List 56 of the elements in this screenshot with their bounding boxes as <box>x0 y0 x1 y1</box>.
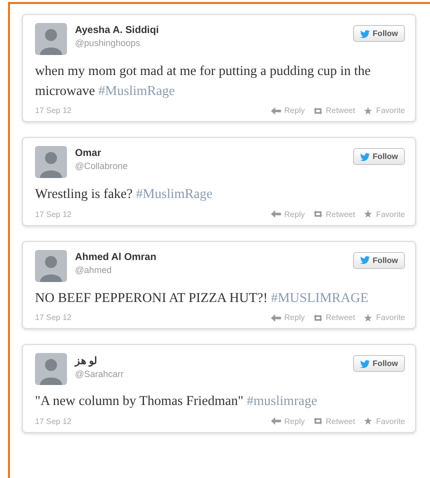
retweet-link[interactable]: Retweet <box>312 106 356 116</box>
avatar-placeholder <box>35 146 67 178</box>
tweet-text: "A new column by Thomas Friedman" #muslimrage <box>35 392 318 410</box>
tweet-text: when my mom got mad at me for putting a pudding cup in the microwave #MuslimRage <box>35 62 372 100</box>
reply-link[interactable]: Reply <box>271 313 305 322</box>
favorite-link[interactable]: Favorite <box>363 313 405 322</box>
favorite-link[interactable]: Favorite <box>363 210 405 219</box>
bird-icon <box>360 360 370 368</box>
reply-icon <box>271 106 282 115</box>
user-handle[interactable]: @ahmed <box>75 264 345 275</box>
hashtag-link[interactable]: #MuslimRage <box>136 186 213 202</box>
follow-button[interactable]: Follow <box>352 25 405 42</box>
star-icon <box>363 106 374 115</box>
hashtag-link[interactable]: #MuslimRage <box>98 82 175 98</box>
user-name[interactable]: Ahmed Al Omran <box>75 252 345 263</box>
star-icon <box>363 210 374 218</box>
hashtag-link[interactable]: #muslimrage <box>246 393 318 408</box>
avatar-placeholder <box>35 23 67 55</box>
retweet-icon <box>312 417 323 426</box>
favorite-link[interactable]: Favorite <box>363 106 405 116</box>
tweet-date[interactable]: 17 Sep 12 <box>35 106 72 116</box>
tweet-date[interactable]: 17 Sep 12 <box>35 210 72 219</box>
retweet-icon <box>312 106 323 115</box>
follow-button[interactable]: Follow <box>352 355 405 372</box>
tweet-date[interactable]: 17 Sep 12 <box>35 416 72 426</box>
retweet-link[interactable]: Retweet <box>312 313 356 322</box>
user-name[interactable]: لو هز <box>75 355 345 368</box>
reply-link[interactable]: Reply <box>271 106 305 116</box>
user-handle[interactable]: @Collabrone <box>75 161 345 172</box>
bird-icon <box>360 152 370 161</box>
retweet-icon <box>312 210 323 218</box>
star-icon <box>363 314 374 322</box>
tweet-text: NO BEEF PEPPERONI AT PIZZA HUT?! #MUSLIMRAGE <box>35 288 370 307</box>
bird-icon <box>360 30 370 38</box>
reply-link[interactable]: Reply <box>271 210 305 219</box>
avatar-placeholder <box>35 250 67 282</box>
retweet-link[interactable]: Retweet <box>312 210 356 219</box>
reply-link[interactable]: Reply <box>271 416 305 426</box>
user-name[interactable]: Ayesha A. Siddiqi <box>75 25 345 36</box>
hashtag-link[interactable]: #MUSLIMRAGE <box>271 290 369 305</box>
favorite-link[interactable]: Favorite <box>363 416 405 426</box>
reply-icon <box>271 417 282 426</box>
follow-button[interactable]: Follow <box>352 252 405 269</box>
star-icon <box>363 417 374 426</box>
reply-icon <box>271 314 282 322</box>
follow-button[interactable]: Follow <box>352 148 405 166</box>
user-name[interactable]: Omar <box>75 148 345 160</box>
bird-icon <box>360 256 370 264</box>
retweet-link[interactable]: Retweet <box>312 416 356 426</box>
tweet-text: Wrestling is fake? #MuslimRage <box>35 185 214 204</box>
reply-icon <box>271 210 282 218</box>
tweet-date[interactable]: 17 Sep 12 <box>35 313 72 322</box>
avatar-placeholder <box>35 353 67 386</box>
user-handle[interactable]: @Sarahcarr <box>75 369 345 380</box>
user-handle[interactable]: @pushinghoops <box>75 38 345 48</box>
retweet-icon <box>312 314 323 322</box>
